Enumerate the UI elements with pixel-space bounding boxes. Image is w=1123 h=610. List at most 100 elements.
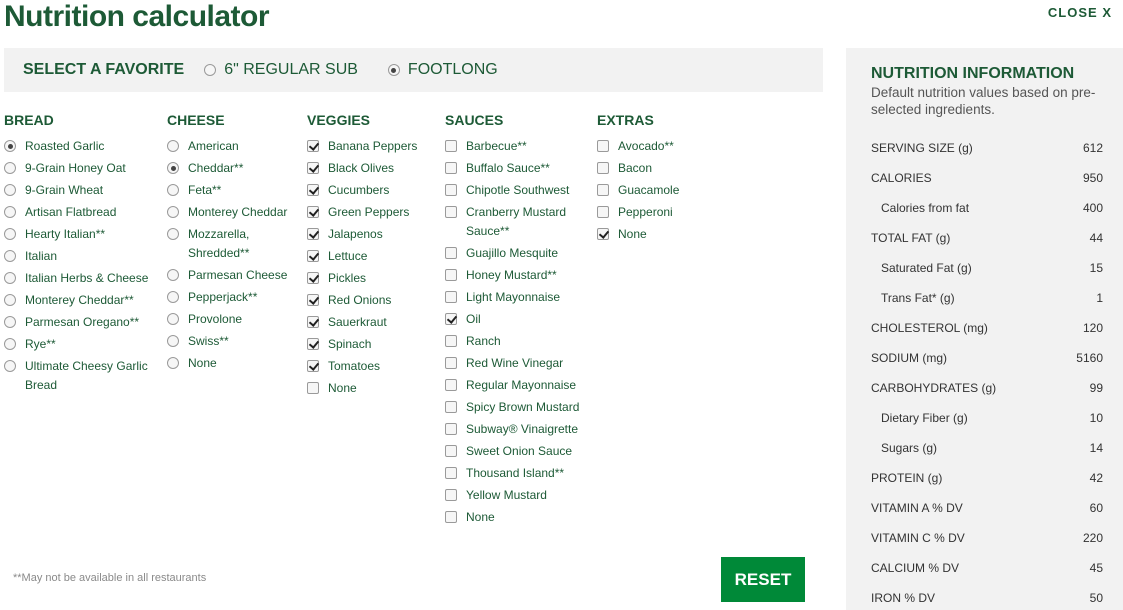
checkbox[interactable] (445, 162, 457, 174)
checkbox[interactable] (307, 272, 319, 284)
extras-option[interactable]: Avocado** (597, 137, 717, 156)
bread-option[interactable]: Italian (4, 247, 164, 266)
checkbox[interactable] (445, 423, 457, 435)
checkbox[interactable] (307, 228, 319, 240)
radio-button[interactable] (4, 184, 16, 196)
veggies-option[interactable]: Pickles (307, 269, 437, 288)
close-button[interactable]: CLOSE X (1048, 5, 1112, 20)
radio-button[interactable] (4, 338, 16, 350)
extras-option[interactable]: Guacamole (597, 181, 717, 200)
radio-button[interactable] (4, 250, 16, 262)
radio-button[interactable] (167, 140, 179, 152)
cheese-option[interactable]: Monterey Cheddar (167, 203, 297, 222)
veggies-option[interactable]: Jalapenos (307, 225, 437, 244)
checkbox[interactable] (445, 269, 457, 281)
sauces-option[interactable]: Honey Mustard** (445, 266, 585, 285)
radio-button[interactable] (167, 162, 179, 174)
bread-option[interactable]: Artisan Flatbread (4, 203, 164, 222)
checkbox[interactable] (445, 467, 457, 479)
checkbox[interactable] (445, 291, 457, 303)
radio-button[interactable] (204, 64, 217, 76)
sauces-option[interactable]: Light Mayonnaise (445, 288, 585, 307)
extras-option[interactable]: Pepperoni (597, 203, 717, 222)
checkbox[interactable] (445, 511, 457, 523)
veggies-option[interactable]: Red Onions (307, 291, 437, 310)
radio-button[interactable] (167, 335, 179, 347)
checkbox[interactable] (445, 140, 457, 152)
bread-option[interactable]: Roasted Garlic (4, 137, 164, 156)
checkbox[interactable] (597, 184, 609, 196)
radio-button[interactable] (4, 294, 16, 306)
checkbox[interactable] (445, 206, 457, 218)
veggies-option[interactable]: Banana Peppers (307, 137, 437, 156)
cheese-option[interactable]: Provolone (167, 310, 297, 329)
radio-button[interactable] (167, 269, 179, 281)
checkbox[interactable] (597, 162, 609, 174)
checkbox[interactable] (445, 379, 457, 391)
radio-button[interactable] (4, 360, 16, 372)
bread-option[interactable]: 9-Grain Wheat (4, 181, 164, 200)
sauces-option[interactable]: Regular Mayonnaise (445, 376, 585, 395)
checkbox[interactable] (445, 247, 457, 259)
favorite-option[interactable]: 6" REGULAR SUB (204, 61, 358, 79)
bread-option[interactable]: Rye** (4, 335, 164, 354)
checkbox[interactable] (445, 184, 457, 196)
checkbox[interactable] (307, 360, 319, 372)
checkbox[interactable] (445, 335, 457, 347)
radio-button[interactable] (387, 64, 400, 76)
radio-button[interactable] (4, 162, 16, 174)
sauces-option[interactable]: Yellow Mustard (445, 486, 585, 505)
veggies-option[interactable]: Spinach (307, 335, 437, 354)
checkbox[interactable] (307, 382, 319, 394)
bread-option[interactable]: Monterey Cheddar** (4, 291, 164, 310)
sauces-option[interactable]: Oil (445, 310, 585, 329)
checkbox[interactable] (307, 294, 319, 306)
cheese-option[interactable]: Mozzarella, Shredded** (167, 225, 297, 263)
radio-button[interactable] (167, 313, 179, 325)
cheese-option[interactable]: Cheddar** (167, 159, 297, 178)
veggies-option[interactable]: Green Peppers (307, 203, 437, 222)
radio-button[interactable] (167, 291, 179, 303)
radio-button[interactable] (167, 206, 179, 218)
extras-option[interactable]: Bacon (597, 159, 717, 178)
veggies-option[interactable]: None (307, 379, 437, 398)
radio-button[interactable] (167, 357, 179, 369)
sauces-option[interactable]: None (445, 508, 585, 527)
radio-button[interactable] (4, 316, 16, 328)
sauces-option[interactable]: Buffalo Sauce** (445, 159, 585, 178)
checkbox[interactable] (307, 316, 319, 328)
radio-button[interactable] (167, 184, 179, 196)
sauces-option[interactable]: Sweet Onion Sauce (445, 442, 585, 461)
cheese-option[interactable]: American (167, 137, 297, 156)
radio-button[interactable] (4, 206, 16, 218)
checkbox[interactable] (307, 206, 319, 218)
sauces-option[interactable]: Ranch (445, 332, 585, 351)
cheese-option[interactable]: Swiss** (167, 332, 297, 351)
bread-option[interactable]: 9-Grain Honey Oat (4, 159, 164, 178)
cheese-option[interactable]: None (167, 354, 297, 373)
checkbox[interactable] (445, 401, 457, 413)
sauces-option[interactable]: Barbecue** (445, 137, 585, 156)
bread-option[interactable]: Italian Herbs & Cheese (4, 269, 164, 288)
cheese-option[interactable]: Pepperjack** (167, 288, 297, 307)
checkbox[interactable] (597, 140, 609, 152)
radio-button[interactable] (4, 272, 16, 284)
veggies-option[interactable]: Black Olives (307, 159, 437, 178)
checkbox[interactable] (307, 184, 319, 196)
sauces-option[interactable]: Cranberry Mustard Sauce** (445, 203, 585, 241)
extras-option[interactable]: None (597, 225, 717, 244)
sauces-option[interactable]: Chipotle Southwest (445, 181, 585, 200)
radio-button[interactable] (4, 228, 16, 240)
checkbox[interactable] (597, 228, 609, 240)
checkbox[interactable] (445, 445, 457, 457)
veggies-option[interactable]: Cucumbers (307, 181, 437, 200)
sauces-option[interactable]: Spicy Brown Mustard (445, 398, 585, 417)
favorite-option[interactable]: FOOTLONG (387, 61, 498, 79)
sauces-option[interactable]: Guajillo Mesquite (445, 244, 585, 263)
checkbox[interactable] (597, 206, 609, 218)
sauces-option[interactable]: Subway® Vinaigrette (445, 420, 585, 439)
reset-button[interactable]: RESET (721, 557, 805, 602)
checkbox[interactable] (445, 357, 457, 369)
veggies-option[interactable]: Sauerkraut (307, 313, 437, 332)
checkbox[interactable] (307, 338, 319, 350)
